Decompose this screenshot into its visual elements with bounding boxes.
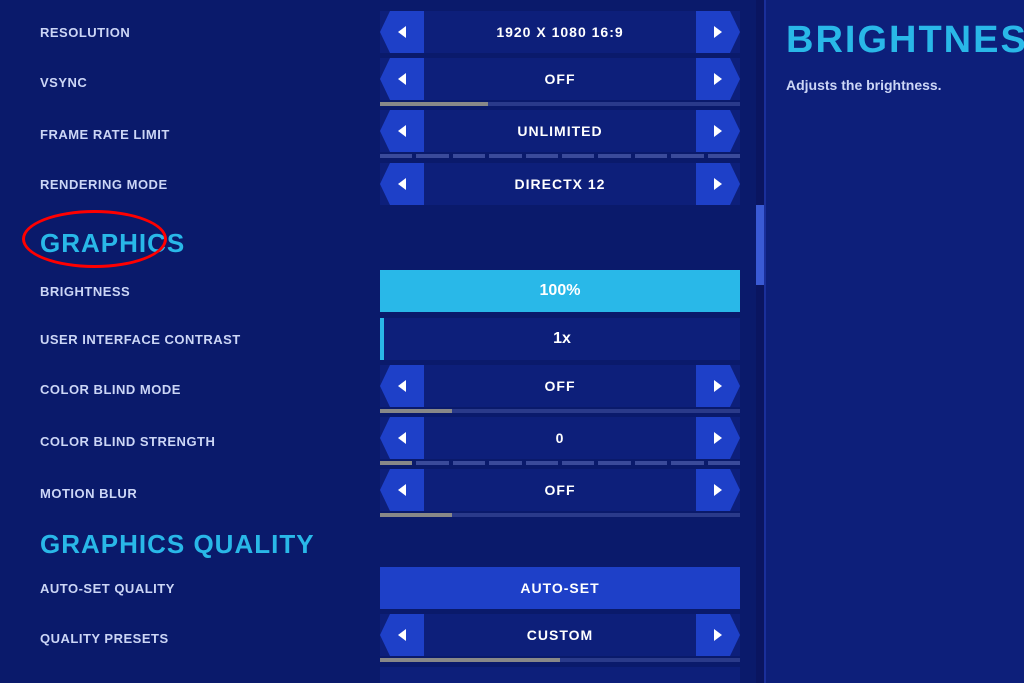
vsync-left-arrow[interactable] [380,58,424,100]
color-blind-strength-control: 0 [380,417,740,465]
frame-rate-control: UNLIMITED [380,110,740,158]
motion-blur-row: MOTION BLUR OFF [40,469,764,517]
color-blind-mode-value: OFF [424,378,696,394]
frame-rate-left-arrow[interactable] [380,110,424,152]
rendering-mode-left-arrow[interactable] [380,163,424,205]
color-blind-mode-box: OFF [380,365,740,407]
ui-contrast-row: USER INTERFACE CONTRAST 1x [40,317,764,361]
quality-presets-right-arrow[interactable] [696,614,740,656]
color-blind-mode-row: COLOR BLIND MODE OFF [40,365,764,413]
quality-presets-control: CUSTOM [380,614,740,662]
color-blind-strength-value: 0 [424,430,696,446]
quality-presets-label: QUALITY PRESETS [40,631,380,646]
frame-rate-label: FRAME RATE LIMIT [40,127,380,142]
frame-rate-right-arrow[interactable] [696,110,740,152]
color-blind-mode-control: OFF [380,365,740,413]
color-blind-strength-left-arrow[interactable] [380,417,424,459]
rendering-mode-value: DIRECTX 12 [424,176,696,192]
scrollbar-track [756,0,764,683]
help-quality-button[interactable]: OPEN WEBSITE [380,667,740,683]
color-blind-strength-row: COLOR BLIND STRENGTH 0 [40,417,764,465]
resolution-left-arrow[interactable] [380,11,424,53]
quality-presets-box: CUSTOM [380,614,740,656]
graphics-section: GRAPHICS [40,218,185,265]
brightness-row: BRIGHTNESS 100% [40,269,764,313]
help-quality-row: HELP ME CHOOSE QUALITY SETTINGS OPEN WEB… [40,666,764,683]
vsync-slider [380,102,740,106]
color-blind-mode-slider [380,409,740,413]
frame-rate-slider [380,154,740,158]
color-blind-strength-slider [380,461,740,465]
resolution-right-arrow[interactable] [696,11,740,53]
color-blind-strength-right-arrow[interactable] [696,417,740,459]
auto-set-quality-control: AUTO-SET [380,567,740,609]
rendering-mode-box: DIRECTX 12 [380,163,740,205]
ui-contrast-control: 1x [380,318,740,360]
resolution-label: RESOLUTION [40,25,380,40]
resolution-value: 1920 X 1080 16:9 [424,24,696,40]
color-blind-mode-left-arrow[interactable] [380,365,424,407]
brightness-bar[interactable]: 100% [380,270,740,312]
color-blind-strength-box: 0 [380,417,740,459]
rendering-mode-label: RENDERING MODE [40,177,380,192]
help-quality-control: OPEN WEBSITE [380,667,740,683]
vsync-box: OFF [380,58,740,100]
auto-set-quality-label: AUTO-SET QUALITY [40,581,380,596]
auto-set-quality-row: AUTO-SET QUALITY AUTO-SET [40,566,764,610]
vsync-row: VSYNC OFF [40,58,764,106]
sidebar-description: Adjusts the brightness. [786,77,1004,93]
color-blind-mode-label: COLOR BLIND MODE [40,382,380,397]
quality-presets-value: CUSTOM [424,627,696,643]
rendering-mode-right-arrow[interactable] [696,163,740,205]
vsync-label: VSYNC [40,75,380,90]
motion-blur-slider [380,513,740,517]
settings-panel: RESOLUTION 1920 X 1080 16:9 VSYNC [0,0,764,683]
auto-set-quality-button[interactable]: AUTO-SET [380,567,740,609]
sidebar-panel: BRIGHTNESS Adjusts the brightness. [764,0,1024,683]
vsync-control: OFF [380,58,740,106]
resolution-control: 1920 X 1080 16:9 [380,11,740,53]
vsync-value: OFF [424,71,696,87]
sidebar-title: BRIGHTNESS [786,20,1004,62]
frame-rate-value: UNLIMITED [424,123,696,139]
ui-contrast-label: USER INTERFACE CONTRAST [40,332,380,347]
brightness-control: 100% [380,270,740,312]
motion-blur-label: MOTION BLUR [40,486,380,501]
resolution-row: RESOLUTION 1920 X 1080 16:9 [40,10,764,54]
frame-rate-box: UNLIMITED [380,110,740,152]
quality-presets-row: QUALITY PRESETS CUSTOM [40,614,764,662]
motion-blur-control: OFF [380,469,740,517]
rendering-mode-control: DIRECTX 12 [380,163,740,205]
color-blind-mode-right-arrow[interactable] [696,365,740,407]
contrast-bar[interactable]: 1x [380,318,740,360]
resolution-box: 1920 X 1080 16:9 [380,11,740,53]
quality-presets-slider [380,658,740,662]
graphics-header: GRAPHICS [40,228,185,259]
graphics-quality-header: GRAPHICS QUALITY [40,529,764,560]
contrast-value: 1x [384,318,740,360]
color-blind-strength-label: COLOR BLIND STRENGTH [40,434,380,449]
motion-blur-right-arrow[interactable] [696,469,740,511]
quality-presets-left-arrow[interactable] [380,614,424,656]
motion-blur-value: OFF [424,482,696,498]
brightness-value: 100% [380,270,740,312]
vsync-right-arrow[interactable] [696,58,740,100]
rendering-mode-row: RENDERING MODE DIRECTX 12 [40,162,764,206]
brightness-label: BRIGHTNESS [40,284,380,299]
scrollbar-thumb[interactable] [756,205,764,285]
frame-rate-row: FRAME RATE LIMIT UNLIMITED [40,110,764,158]
motion-blur-box: OFF [380,469,740,511]
motion-blur-left-arrow[interactable] [380,469,424,511]
